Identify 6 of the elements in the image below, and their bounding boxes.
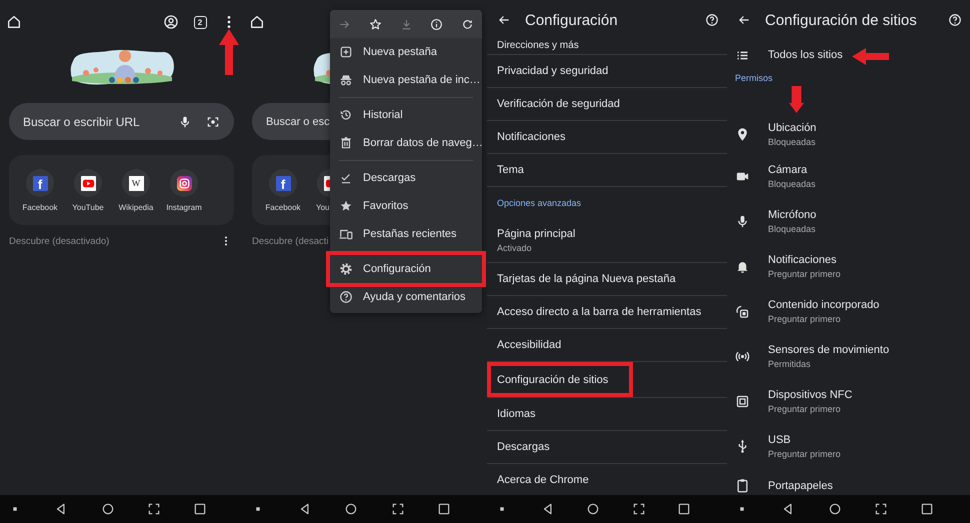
page-title: Configuración [525, 12, 618, 28]
page-title: Configuración de sitios [765, 12, 917, 28]
feed-status-label: Descubre (desacti [252, 236, 329, 246]
feed-status-label: Descubre (desactivado) [9, 236, 110, 246]
section-heading: Permisos [734, 72, 774, 85]
section-heading: Opciones avanzadas [496, 197, 582, 210]
